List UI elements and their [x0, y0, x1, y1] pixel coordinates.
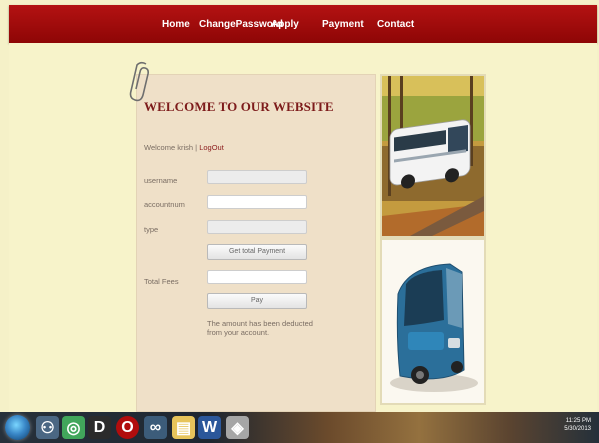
windows-taskbar: ⚇ ◎ D O ∞ ▤ W ◈ 11:25 PM 5/30/2013: [0, 412, 599, 443]
get-total-payment-button[interactable]: Get total Payment: [207, 244, 307, 260]
word-icon[interactable]: W: [198, 416, 221, 439]
dreamweaver-icon[interactable]: D: [88, 416, 111, 439]
nav-home[interactable]: Home: [162, 19, 190, 30]
clock-time: 11:25 PM: [565, 418, 591, 424]
user-manager-icon[interactable]: ⚇: [36, 416, 59, 439]
welcome-user-text: Welcome krish: [144, 143, 194, 152]
white-coach-image: [382, 76, 484, 236]
payment-message: The amount has been deducted from your a…: [207, 319, 313, 337]
network-icon[interactable]: ∞: [144, 416, 167, 439]
username-label: username: [144, 176, 178, 185]
nav-contact[interactable]: Contact: [377, 19, 414, 30]
clock-date: 5/30/2013: [564, 426, 591, 432]
welcome-title: WELCOME TO OUR WEBSITE: [144, 99, 334, 114]
bus-image-bottom: [380, 238, 486, 405]
paperclip-icon: [129, 61, 149, 102]
welcome-user: Welcome krish | LogOut: [144, 143, 224, 152]
separator: |: [195, 143, 198, 152]
blue-coach-image: [382, 240, 484, 403]
total-fees-label: Total Fees: [144, 277, 179, 286]
application-icon[interactable]: ◈: [226, 416, 249, 439]
pay-button[interactable]: Pay: [207, 293, 307, 309]
logout-link[interactable]: LogOut: [199, 143, 224, 152]
accountnum-label: accountnum: [144, 200, 185, 209]
type-label: type: [144, 225, 159, 234]
folder-icon[interactable]: ▤: [172, 416, 195, 439]
system-clock[interactable]: 11:25 PM 5/30/2013: [564, 417, 591, 433]
bus-image-top: [380, 74, 486, 238]
nav-payment[interactable]: Payment: [322, 19, 364, 30]
username-field[interactable]: [207, 170, 307, 184]
chrome-icon[interactable]: ◎: [62, 416, 85, 439]
nav-apply[interactable]: Apply: [271, 19, 299, 30]
opera-icon[interactable]: O: [116, 416, 139, 439]
top-navigation-bar: Home ChangePassword Apply Payment Contac…: [9, 5, 597, 43]
type-field[interactable]: [207, 220, 307, 234]
accountnum-field[interactable]: [207, 195, 307, 209]
start-button-icon[interactable]: [5, 415, 30, 440]
total-fees-field[interactable]: [207, 270, 307, 284]
main-nav: Home ChangePassword Apply Payment Contac…: [9, 5, 597, 43]
content-panel: [136, 74, 376, 412]
